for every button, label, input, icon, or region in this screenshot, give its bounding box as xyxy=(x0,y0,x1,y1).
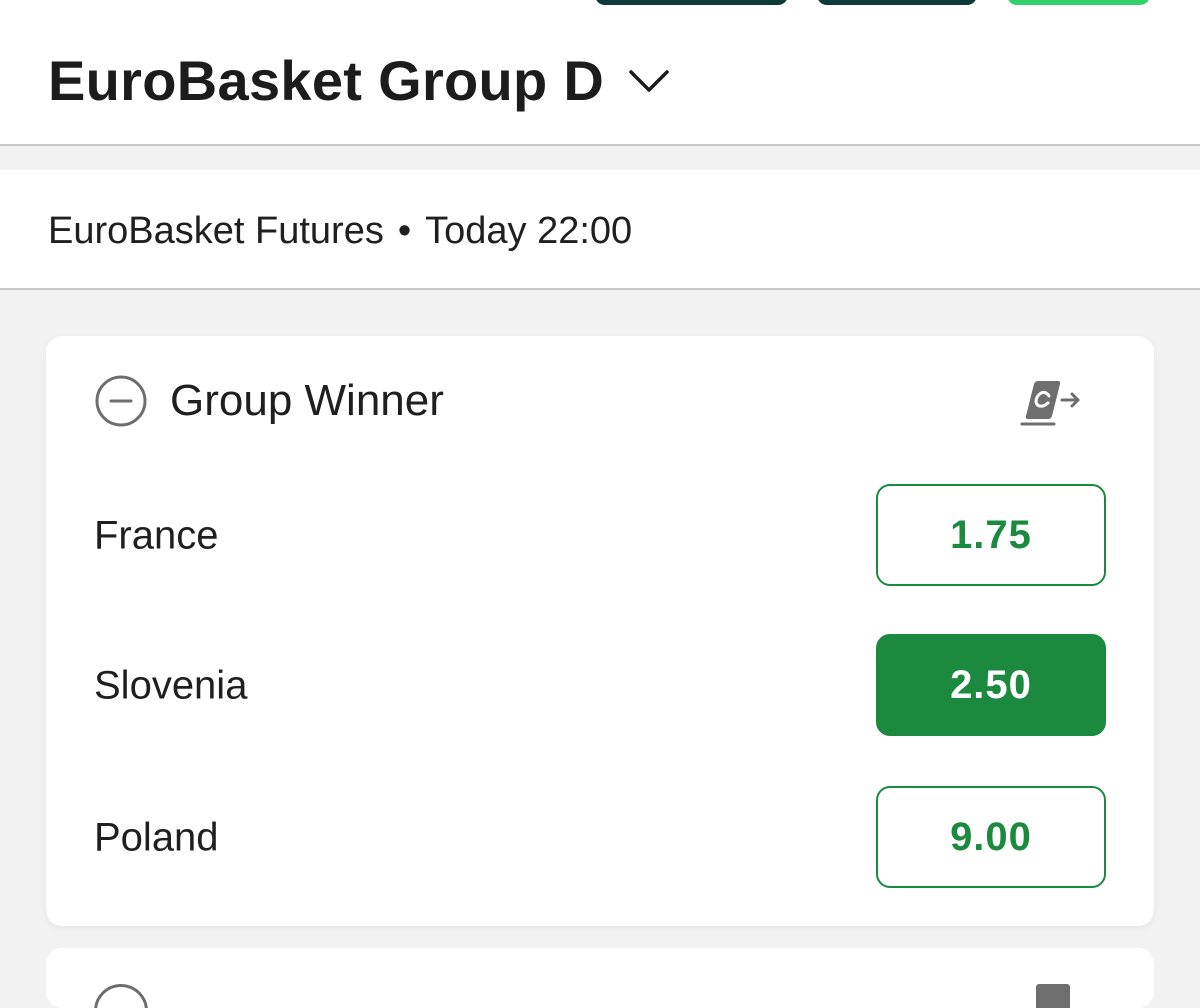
selection-name: Slovenia xyxy=(94,663,248,708)
minus-circle-icon[interactable] xyxy=(94,374,148,428)
page-header: EuroBasket Group D xyxy=(0,0,1200,146)
cash-out-icon[interactable] xyxy=(1036,984,1070,1008)
page-title: EuroBasket Group D xyxy=(48,49,605,112)
selection-row: Slovenia 2.50 xyxy=(46,634,1154,738)
odds-button-selected[interactable]: 2.50 xyxy=(876,634,1106,736)
separator-dot: • xyxy=(397,210,412,252)
market-card: Group Winner France 1.75 Slovenia 2.50 P… xyxy=(46,336,1154,926)
competition-selector[interactable]: EuroBasket Group D xyxy=(48,48,670,114)
event-info: EuroBasket Futures • Today 22:00 xyxy=(48,208,632,254)
selection-row: Poland 9.00 xyxy=(46,786,1154,890)
selection-row: France 1.75 xyxy=(46,484,1154,588)
header-button-3[interactable] xyxy=(1007,0,1150,5)
cash-out-icon[interactable] xyxy=(1018,370,1084,430)
event-time: Today 22:00 xyxy=(425,210,633,252)
odds-button[interactable]: 1.75 xyxy=(876,484,1106,586)
selection-name: France xyxy=(94,513,219,558)
event-competition: EuroBasket Futures xyxy=(48,210,384,252)
next-market-card xyxy=(46,948,1154,1008)
market-title: Group Winner xyxy=(170,376,444,425)
header-button-1[interactable] xyxy=(595,0,788,5)
chevron-down-icon xyxy=(629,70,669,92)
selection-name: Poland xyxy=(94,815,219,860)
odds-button[interactable]: 9.00 xyxy=(876,786,1106,888)
header-button-2[interactable] xyxy=(817,0,977,5)
minus-circle-icon[interactable] xyxy=(94,984,148,1008)
